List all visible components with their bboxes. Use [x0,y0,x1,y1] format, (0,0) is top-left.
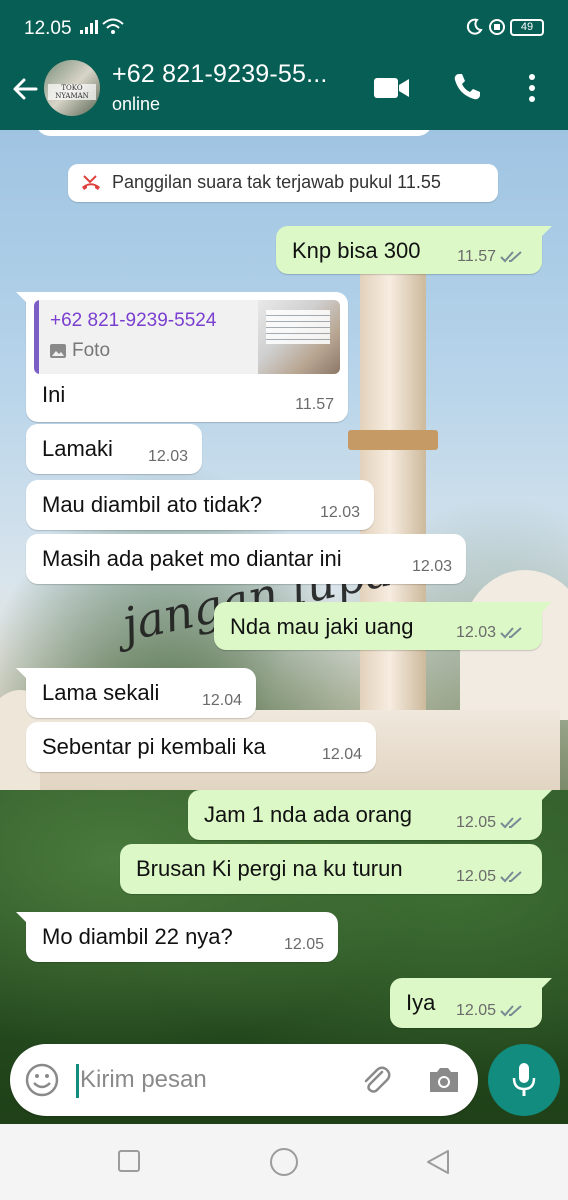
message-text: Lama sekali [42,680,160,705]
message-time: 12.05 [283,936,324,953]
message-text: Sebentar pi kembali ka [42,734,266,759]
nav-back-icon[interactable] [424,1148,452,1176]
message-bubble[interactable]: Masih ada paket mo diantar ini 12.03 [26,534,466,584]
message-bubble[interactable]: Brusan Ki pergi na ku turun 12.05 [120,844,542,894]
quote-label: Foto [72,340,111,361]
message-text: Nda mau jaki uang [230,614,414,639]
back-arrow-icon[interactable] [10,74,40,104]
mic-button[interactable] [488,1044,560,1116]
message-bubble[interactable]: Lama sekali 12.04 [16,668,256,718]
avatar[interactable]: TOKO NYAMAN [44,60,100,116]
message-bubble[interactable]: Jam 1 nda ada orang 12.05 [188,790,552,840]
camera-icon[interactable] [426,1064,462,1096]
system-nav-bar [0,1124,568,1200]
message-text: Brusan Ki pergi na ku turun [136,856,403,881]
message-bubble[interactable]: Mau diambil ato tidak? 12.03 [26,480,374,530]
wallpaper-balcony [348,430,438,450]
message-text: Mau diambil ato tidak? [42,492,263,517]
message-time: 12.04 [201,692,242,709]
recents-button[interactable] [118,1150,140,1172]
home-button[interactable] [270,1148,298,1176]
missed-call-notice: Panggilan suara tak terjawab pukul 11.55 [68,164,498,202]
message-text: Iya [406,990,436,1015]
message-time: 12.03 [455,624,496,641]
contact-status: online [112,94,161,114]
double-check-icon [500,627,522,639]
message-time: 12.03 [411,558,452,575]
phone-icon[interactable] [452,72,482,102]
status-bar: 12.05 49 [0,0,568,56]
message-text: Jam 1 nda ada orang [204,802,412,827]
double-check-icon [500,1005,522,1017]
message-time: 12.05 [455,868,496,885]
data-saver-icon [489,19,505,35]
message-time: 12.05 [455,1002,496,1019]
message-composer[interactable]: Kirim pesan [10,1044,478,1116]
message-time: 11.57 [457,248,496,265]
message-text: Masih ada paket mo diantar ini [42,546,342,571]
message-text: Knp bisa 300 [292,238,421,263]
status-time: 12.05 [24,18,72,39]
message-bubble[interactable]: Sebentar pi kembali ka 12.04 [26,722,376,772]
photo-icon [50,344,66,358]
message-text: Ini [42,382,66,407]
double-check-icon [500,251,522,263]
message-bubble[interactable]: Knp bisa 300 11.57 [276,226,552,274]
wifi-icon [102,18,124,34]
message-time: 12.04 [321,746,362,763]
chat-area[interactable]: jangan lupa Panggilan suara tak terjawab… [0,130,568,1125]
quote-bar [34,300,39,374]
message-time: 12.03 [147,448,188,465]
message-bubble[interactable]: Iya 12.05 [390,978,552,1028]
message-bubble[interactable]: Nda mau jaki uang 12.03 [214,602,552,650]
message-bubble[interactable]: Mo diambil 22 nya? 12.05 [16,912,338,962]
emoji-icon[interactable] [24,1062,60,1098]
mic-icon [512,1063,536,1096]
quote-author: +62 821-9239-5524 [50,310,217,331]
message-text: Lamaki [42,436,113,461]
message-time: 11.57 [295,396,334,413]
text-caret [76,1064,79,1098]
signal-icon [80,20,98,34]
more-vert-icon[interactable] [522,72,542,104]
moon-icon [466,18,483,35]
message-input[interactable]: Kirim pesan [80,1066,207,1094]
message-bubble[interactable]: +62 821-9239-5524 Foto Ini 11.57 [16,292,348,422]
double-check-icon [500,817,522,829]
message-time: 12.03 [319,504,360,521]
battery-icon: 49 [510,19,544,36]
message-time: 12.05 [455,814,496,831]
quote-thumbnail [258,300,340,374]
double-check-icon [500,871,522,883]
chat-header: TOKO NYAMAN +62 821-9239-55... online [0,56,568,130]
previous-media-message[interactable] [36,130,432,136]
message-bubble[interactable]: Lamaki 12.03 [26,424,202,474]
missed-call-text: Panggilan suara tak terjawab pukul 11.55 [112,172,441,192]
avatar-text: TOKO NYAMAN [48,84,96,100]
attach-icon[interactable] [358,1062,394,1098]
missed-call-icon [82,175,100,190]
video-call-icon[interactable] [374,76,410,100]
contact-name[interactable]: +62 821-9239-55... [112,60,328,89]
message-text: Mo diambil 22 nya? [42,924,233,949]
quoted-message[interactable]: +62 821-9239-5524 Foto [34,300,340,374]
